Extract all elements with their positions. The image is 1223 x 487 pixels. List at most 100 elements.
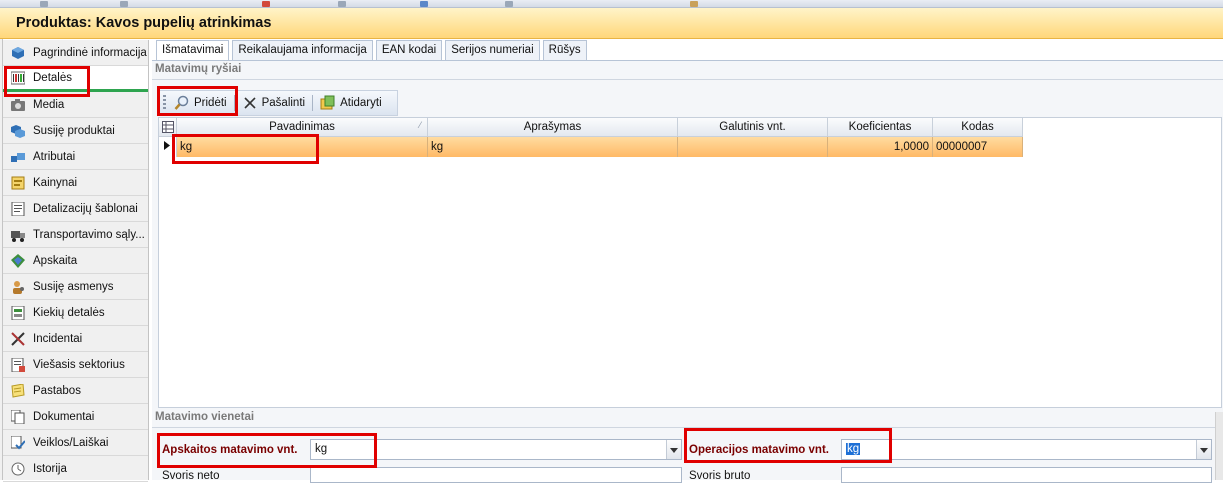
net-weight-input[interactable]	[310, 467, 682, 483]
sidebar-item-label: Atributai	[33, 150, 76, 163]
column-chooser-icon[interactable]	[159, 118, 177, 137]
cell-code[interactable]: 00000007	[933, 137, 1023, 157]
sidebar-item-basic-info[interactable]: Pagrindinė informacija	[3, 40, 148, 66]
sidebar-item-incidents[interactable]: Incidentai	[3, 326, 148, 352]
open-button-label: Atidaryti	[340, 97, 382, 109]
sidebar-item-label: Susiję produktai	[33, 124, 115, 137]
section-measurement-units-title: Matavimo vienetai	[152, 409, 1223, 428]
linked-cubes-icon	[11, 124, 25, 138]
public-sector-icon	[11, 357, 25, 372]
section-measurement-relations-title: Matavimų ryšiai	[152, 61, 1223, 80]
sidebar-item-label: Media	[33, 98, 65, 111]
sidebar: Pagrindinė informacija Detalės Media Sus…	[3, 40, 149, 482]
accounting-icon	[11, 253, 25, 268]
column-header-description[interactable]: Aprašymas	[428, 118, 678, 137]
measurements-panel: Matavimų ryšiai Pridėti Pašalinti Atidar…	[152, 60, 1223, 483]
add-search-icon	[174, 95, 190, 111]
table-row[interactable]: kg kg 1,0000 00000007	[159, 137, 1023, 157]
gross-weight-label: Svoris bruto	[689, 470, 751, 482]
sidebar-item-details[interactable]: Detalės	[3, 66, 148, 92]
sidebar-item-activities-letters[interactable]: Veiklos/Laiškai	[3, 430, 148, 456]
column-header-final-unit[interactable]: Galutinis vnt.	[678, 118, 828, 137]
sidebar-item-label: Kiekių detalės	[33, 306, 105, 319]
measurement-relations-grid: Pavadinimas ⁄ Aprašymas Galutinis vnt. K…	[158, 117, 1222, 408]
tab-bar: Išmatavimai Reikalaujama informacija EAN…	[156, 40, 590, 61]
vertical-scrollbar[interactable]	[1215, 412, 1223, 480]
sidebar-item-history[interactable]: Istorija	[3, 456, 148, 482]
sidebar-item-attributes[interactable]: Atributai	[3, 144, 148, 170]
toolbar-separator	[312, 95, 314, 111]
sidebar-item-label: Kainynai	[33, 176, 78, 189]
cell-description[interactable]: kg	[428, 137, 678, 157]
add-button[interactable]: Pridėti	[170, 92, 231, 114]
close-icon	[242, 95, 258, 111]
tab-types[interactable]: Rūšys	[542, 40, 587, 60]
sidebar-item-label: Detalės	[33, 71, 72, 84]
sidebar-item-label: Veiklos/Laiškai	[33, 436, 109, 449]
sidebar-item-label: Dokumentai	[33, 410, 95, 423]
notes-icon	[11, 383, 25, 398]
sidebar-item-related-persons[interactable]: Susiję asmenys	[3, 274, 148, 300]
chevron-down-icon	[1200, 444, 1208, 456]
activity-icon	[11, 435, 25, 450]
toolbar-grip	[163, 95, 166, 111]
column-header-label: Pavadinimas	[269, 121, 335, 133]
sidebar-item-quantity-details[interactable]: Kiekių detalės	[3, 300, 148, 326]
barcode-icon	[11, 71, 25, 85]
chevron-down-icon	[670, 444, 678, 456]
sidebar-item-label: Viešasis sektorius	[33, 358, 125, 371]
window-title: Produktas: Kavos pupelių atrinkimas	[0, 8, 1223, 39]
accounting-unit-select[interactable]: kg	[310, 439, 682, 460]
cell-final-unit[interactable]	[678, 137, 828, 157]
sidebar-item-documents[interactable]: Dokumentai	[3, 404, 148, 430]
gross-weight-input[interactable]	[841, 467, 1212, 483]
sidebar-item-detail-templates[interactable]: Detalizacijų šablonai	[3, 196, 148, 222]
column-header-code[interactable]: Kodas	[933, 118, 1023, 137]
accounting-unit-value: kg	[315, 443, 328, 455]
sidebar-item-label: Pagrindinė informacija	[33, 46, 147, 59]
tab-ean-codes[interactable]: EAN kodai	[375, 40, 443, 60]
column-header-coefficient[interactable]: Koeficientas	[828, 118, 933, 137]
operation-unit-dropdown-button[interactable]	[1196, 440, 1211, 459]
tab-required-info[interactable]: Reikalaujama informacija	[232, 40, 373, 60]
sort-ascending-icon: ⁄	[419, 120, 421, 130]
operation-unit-select[interactable]: kg	[841, 439, 1212, 460]
sidebar-item-transport-conditions[interactable]: Transportavimo sąly...	[3, 222, 148, 248]
sidebar-item-label: Incidentai	[33, 332, 83, 345]
cell-name[interactable]: kg	[177, 137, 428, 157]
remove-button[interactable]: Pašalinti	[238, 92, 309, 114]
row-indicator-icon	[159, 137, 177, 157]
template-icon	[11, 201, 25, 216]
tab-serial-numbers[interactable]: Serijos numeriai	[445, 40, 540, 60]
sidebar-item-public-sector[interactable]: Viešasis sektorius	[3, 352, 148, 378]
quantity-icon	[11, 305, 25, 320]
cube-icon	[11, 46, 25, 60]
sidebar-item-related-products[interactable]: Susiję produktai	[3, 118, 148, 144]
sidebar-item-label: Susiję asmenys	[33, 280, 114, 293]
relations-toolbar: Pridėti Pašalinti Atidaryti	[158, 90, 398, 116]
toolbar-separator	[233, 95, 235, 111]
sidebar-item-notes[interactable]: Pastabos	[3, 378, 148, 404]
truck-icon	[11, 228, 25, 242]
camera-icon	[11, 98, 25, 112]
remove-button-label: Pašalinti	[261, 97, 306, 109]
history-icon	[11, 462, 25, 476]
sidebar-item-label: Istorija	[33, 462, 67, 475]
open-folder-icon	[320, 95, 336, 111]
sidebar-item-label: Detalizacijų šablonai	[33, 202, 138, 215]
sidebar-item-label: Transportavimo sąly...	[33, 228, 145, 241]
open-button[interactable]: Atidaryti	[316, 92, 386, 114]
operation-unit-label: Operacijos matavimo vnt.	[689, 444, 829, 456]
person-icon	[11, 280, 25, 294]
add-button-label: Pridėti	[194, 97, 227, 109]
tools-icon	[11, 331, 25, 346]
sidebar-item-accounting[interactable]: Apskaita	[3, 248, 148, 274]
cell-coefficient[interactable]: 1,0000	[828, 137, 933, 157]
accounting-unit-dropdown-button[interactable]	[666, 440, 681, 459]
attributes-icon	[11, 150, 25, 164]
price-list-icon	[11, 176, 25, 190]
tab-measurements[interactable]: Išmatavimai	[156, 40, 230, 61]
sidebar-item-price-lists[interactable]: Kainynai	[3, 170, 148, 196]
sidebar-item-media[interactable]: Media	[3, 92, 148, 118]
column-header-name[interactable]: Pavadinimas ⁄	[177, 118, 428, 137]
